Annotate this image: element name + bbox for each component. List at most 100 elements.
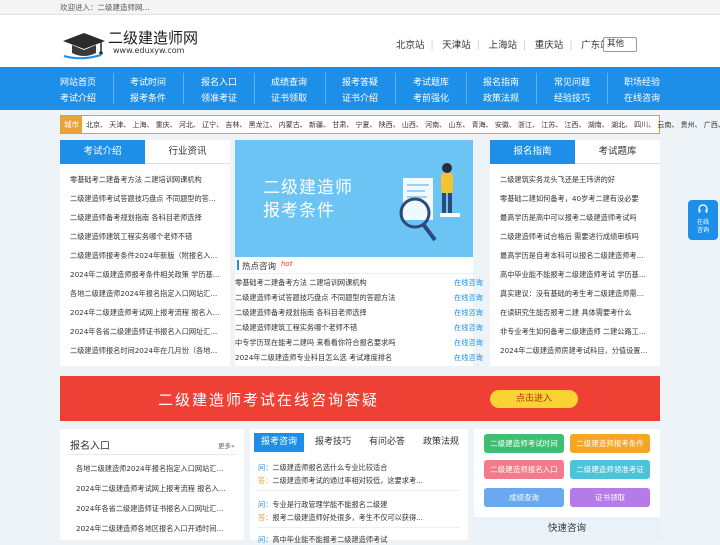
station-link[interactable]: 上海站 <box>489 37 518 51</box>
list-item[interactable]: 最高学历是自考本科可以报名二级建造师考... <box>500 251 652 261</box>
welcome-text: 欢迎进入：二级建造师网... <box>60 3 150 12</box>
nav-item[interactable]: 职场经验 <box>612 75 672 88</box>
main-nav: 网站首页 考试时间 报名入口 成绩查询 报考答疑 考试题库 报名指南 常见问题 … <box>0 67 720 110</box>
station-link[interactable]: 重庆站 <box>535 37 564 51</box>
station-link[interactable]: 天津站 <box>442 37 471 51</box>
ad-enter-button[interactable]: 点击进入 <box>490 390 578 408</box>
quick-links-panel: 二级建造师考试时间 二级建造师报考条件 二级建造师报名入口 二级建造师领准考证 … <box>474 429 660 540</box>
registration-button[interactable]: 二级建造师报名入口 <box>484 460 564 479</box>
list-item[interactable]: 零基础二建如何备考，40岁考二建有没必要 <box>500 194 652 204</box>
question-item[interactable]: 问：专业是行政管理学能不能报名二级建 <box>258 500 458 510</box>
list-item[interactable]: 各地二级建造师2024年报名指定入口网站汇... <box>70 289 222 299</box>
tab-industry-news[interactable]: 行业资讯 <box>145 140 230 164</box>
list-item[interactable]: 二级建筑实务龙头飞还是王玮讲的好 <box>500 175 652 185</box>
hot-consult-title: 热点咨询 <box>242 262 277 272</box>
nav-item[interactable]: 政策法规 <box>471 91 531 104</box>
list-item[interactable]: 2024年各省二级建造师证书报名入口网址汇... <box>76 504 226 514</box>
other-station-select[interactable]: 其他 <box>603 37 637 52</box>
list-item[interactable]: 真实建议：没有基础的考生考二级建造师需... <box>500 289 652 299</box>
station-link[interactable]: 北京站 <box>396 37 425 51</box>
list-item[interactable]: 2024年二级建造师各地区报名入口开通时间... <box>76 524 226 534</box>
list-item[interactable]: 二级建造师备考规划指南 各科目老师选择 <box>235 308 435 318</box>
list-item[interactable]: 零基础考二建备考方法 二建培训网课机构 <box>70 175 222 185</box>
headset-icon <box>698 204 708 213</box>
list-item[interactable]: 二级建造师备考规划指南 各科目老师选择 <box>70 213 222 223</box>
nav-item[interactable]: 报名指南 <box>471 75 531 88</box>
consult-link[interactable]: 在线咨询 <box>454 353 483 363</box>
nav-item[interactable]: 考试时间 <box>118 75 178 88</box>
score-query-button[interactable]: 成绩查询 <box>484 488 564 507</box>
tab-qa[interactable]: 有问必答 <box>362 433 412 452</box>
consult-link[interactable]: 在线咨询 <box>454 293 483 303</box>
list-item[interactable]: 各地二级建造师2024年报名指定入口网站汇... <box>76 464 226 474</box>
list-item[interactable]: 2024年二级建造师报考条件相关政策 学历基... <box>70 270 222 280</box>
person-with-magnifier-illustration <box>399 163 460 242</box>
conditions-button[interactable]: 二级建造师报考条件 <box>570 434 650 453</box>
graduation-cap-logo-icon <box>63 33 105 60</box>
consult-link[interactable]: 在线咨询 <box>454 338 483 348</box>
question-item[interactable]: 问：二级建造师报名选什么专业比较适合 <box>258 463 458 473</box>
list-item[interactable]: 中专学历现在能考二建吗 来看看你符合报名要求吗 <box>235 338 435 348</box>
float-label-2: 咨询 <box>696 227 709 234</box>
nav-item[interactable]: 在线咨询 <box>612 91 672 104</box>
site-title[interactable]: 二级建造师网 <box>108 27 198 48</box>
more-link[interactable]: 更多» <box>218 440 235 450</box>
nav-item[interactable]: 领准考证 <box>189 91 249 104</box>
list-item[interactable]: 非专业考生如何备考二级建造师 二建公路工... <box>500 327 652 337</box>
nav-item[interactable]: 证书领取 <box>259 91 319 104</box>
list-item[interactable]: 2024年二级建造师考试网上报考流程 报名入... <box>70 308 222 318</box>
list-item[interactable]: 在读研究生能否报考二建 具体需要考什么 <box>500 308 652 318</box>
ad-text: 二级建造师考试在线咨询答疑 <box>158 391 380 409</box>
nav-item[interactable]: 报考条件 <box>118 91 178 104</box>
tab-question-bank[interactable]: 考试题库 <box>575 140 660 164</box>
nav-item[interactable]: 网站首页 <box>48 75 108 88</box>
right-panel: 报名指南 考试题库 二级建筑实务龙头飞还是王玮讲的好 零基础二建如何备考，40岁… <box>490 140 660 366</box>
station-list: 北京站 | 天津站 | 上海站 | 重庆站 | 广东站 <box>396 37 616 51</box>
admission-ticket-button[interactable]: 二级建造师领准考证 <box>570 460 650 479</box>
nav-item[interactable]: 经验技巧 <box>542 91 602 104</box>
list-item[interactable]: 2024年各省二级建造师证书报名入口网址汇... <box>70 327 222 337</box>
consult-ad-banner[interactable]: 二级建造师考试在线咨询答疑 点击进入 <box>60 376 660 421</box>
nav-item[interactable]: 考试介绍 <box>48 91 108 104</box>
question-item[interactable]: 问：高中毕业能不能报考二级建造师考试 <box>258 535 458 545</box>
online-consult-float-button[interactable]: 在线 咨询 <box>688 200 718 240</box>
list-item[interactable]: 2024年二级建造师专业科目怎么选 考试难度排名 <box>235 353 435 363</box>
list-item[interactable]: 零基础考二建备考方法 二建培训网课机构 <box>235 278 435 288</box>
city-label: 城市 <box>61 116 82 133</box>
list-item[interactable]: 二级建造师考试合格后 需要进行成绩审核吗 <box>500 232 652 242</box>
tab-consult[interactable]: 报考咨询 <box>254 433 304 452</box>
city-list[interactable]: 北京、 天津、 上海、 重庆、 河北、 辽宁、 吉林、 黑龙江、 内蒙古、 新疆… <box>86 120 720 130</box>
list-item[interactable]: 2024年二级建造师房建考试科目，分值设置... <box>500 346 652 356</box>
nav-item[interactable]: 考前强化 <box>401 91 461 104</box>
banner-image[interactable]: 二级建造师 报考条件 <box>235 140 473 257</box>
list-item[interactable]: 2024年二级建造师考试网上报考流程 报名入... <box>76 484 226 494</box>
tab-tips[interactable]: 报考技巧 <box>308 433 358 452</box>
top-bar: 欢迎进入：二级建造师网... <box>0 0 720 15</box>
tab-policy[interactable]: 政策法规 <box>416 433 466 452</box>
consult-qa-panel: 报考咨询 报考技巧 有问必答 政策法规 问：二级建造师报名选什么专业比较适合 答… <box>250 429 468 544</box>
city-bar: 城市 北京、 天津、 上海、 重庆、 河北、 辽宁、 吉林、 黑龙江、 内蒙古、… <box>60 115 720 134</box>
nav-item[interactable]: 报考答疑 <box>330 75 390 88</box>
list-item[interactable]: 最高学历是高中可以报考二级建造师考试吗 <box>500 213 652 223</box>
list-item[interactable]: 二级建造师报名时间2024年在几月份（各地... <box>70 346 222 356</box>
exam-time-button[interactable]: 二级建造师考试时间 <box>484 434 564 453</box>
registration-entry-panel: 报名入口 更多» 各地二级建造师2024年报名指定入口网站汇... 2024年二… <box>60 429 244 540</box>
nav-item[interactable]: 报名入口 <box>189 75 249 88</box>
consult-link[interactable]: 在线咨询 <box>454 323 483 333</box>
consult-link[interactable]: 在线咨询 <box>454 278 483 288</box>
certificate-button[interactable]: 证书领取 <box>570 488 650 507</box>
section-title: 报名入口 <box>70 441 110 452</box>
nav-item[interactable]: 成绩查询 <box>259 75 319 88</box>
tab-exam-intro[interactable]: 考试介绍 <box>60 140 145 164</box>
list-item[interactable]: 二级建造师考试答题技巧盘点 不同题型的答题方法 <box>235 293 435 303</box>
nav-item[interactable]: 考试题库 <box>401 75 461 88</box>
tab-registration-guide[interactable]: 报名指南 <box>490 140 575 164</box>
list-item[interactable]: 二级建造师建筑工程实务哪个老师不错 <box>70 232 222 242</box>
nav-item[interactable]: 证书介绍 <box>330 91 390 104</box>
consult-link[interactable]: 在线咨询 <box>454 308 483 318</box>
list-item[interactable]: 二级建造师建筑工程实务哪个老师不错 <box>235 323 435 333</box>
nav-item[interactable]: 常见问题 <box>542 75 602 88</box>
list-item[interactable]: 高中毕业能不能报考二级建造师考试 学历基... <box>500 270 652 280</box>
list-item[interactable]: 二级建造师考试答题技巧盘点 不同题型的答... <box>70 194 222 204</box>
list-item[interactable]: 二级建造师报考条件2024年新版（附报名入... <box>70 251 222 261</box>
